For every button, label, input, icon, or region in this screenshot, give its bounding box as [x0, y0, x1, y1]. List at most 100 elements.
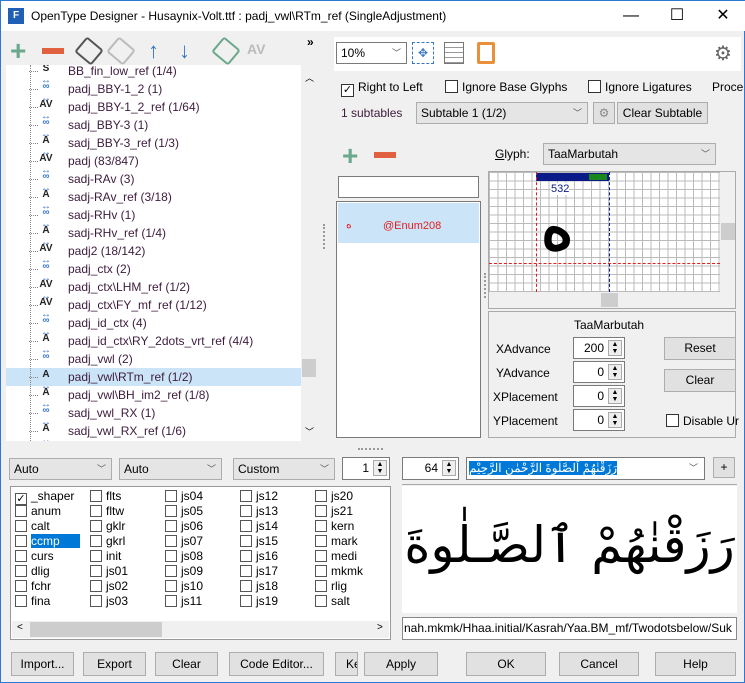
clear-subtable-button[interactable]: Clear Subtable	[617, 102, 708, 124]
tree-item[interactable]: ∞ ↔ padj_id_ctx (4)	[6, 314, 301, 338]
tree-item[interactable]: A ↔ sadj_BBY-3_ref (1/3)	[6, 134, 301, 158]
checkbox[interactable]	[165, 505, 177, 517]
checkbox[interactable]	[90, 490, 102, 502]
disable-checkbox[interactable]: Disable Ur	[666, 414, 739, 428]
right-to-left-checkbox[interactable]: ✓ Right to Left	[341, 80, 423, 97]
spin-arrows-icon[interactable]: ▲ ▼	[442, 460, 456, 476]
feature-hscroll[interactable]: < >	[12, 621, 389, 638]
checkbox[interactable]	[90, 505, 102, 517]
checkbox[interactable]	[240, 535, 252, 547]
tree-item[interactable]: ∞ ↔ sadj_vwl_RX (1)	[6, 404, 301, 428]
cancel-button[interactable]: Cancel	[559, 652, 639, 676]
spin-arrows-icon[interactable]: ▲ ▼	[608, 340, 622, 356]
feature-mkmk[interactable]: mkmk	[315, 564, 363, 579]
maximize-button[interactable]: ☐	[654, 1, 700, 31]
feature-fchr[interactable]: fchr	[15, 579, 51, 594]
scroll-down-icon[interactable]: ﹀	[305, 425, 314, 438]
feature-js02[interactable]: js02	[90, 579, 128, 594]
checkbox[interactable]	[240, 580, 252, 592]
checkbox[interactable]	[90, 580, 102, 592]
subtable-select[interactable]: Subtable 1 (1/2) ﹀	[416, 102, 588, 124]
spin-arrows-icon[interactable]: ▲ ▼	[608, 388, 622, 404]
feature-js11[interactable]: js11	[165, 594, 202, 609]
feature-shaper[interactable]: ✓ _shaper	[15, 489, 74, 505]
export-button[interactable]: Export	[83, 652, 146, 676]
gear-icon[interactable]: ⚙	[714, 41, 732, 66]
feature-js19[interactable]: js19	[240, 594, 278, 609]
checkbox[interactable]	[240, 595, 252, 607]
move-down-icon[interactable]: ↓	[179, 37, 190, 65]
feature-ccmp[interactable]: ccmp	[15, 534, 80, 549]
tree-item[interactable]: ∞ ↔ sadj-RAv (3)	[6, 170, 301, 194]
feature-rlig[interactable]: rlig	[315, 579, 347, 594]
checkbox[interactable]	[165, 520, 177, 532]
ignore-base-glyphs-checkbox[interactable]: Ignore Base Glyphs	[445, 80, 567, 94]
tree-item[interactable]: A ↔ sadj-RAv_ref (3/18)	[6, 188, 301, 212]
minimize-button[interactable]: —	[608, 1, 654, 31]
scroll-thumb[interactable]	[302, 359, 316, 377]
feature-js16[interactable]: js16	[240, 549, 278, 564]
tree-item[interactable]: ∞ ↔ padj_ctx (2)	[6, 260, 301, 284]
checkbox[interactable]	[15, 565, 27, 577]
checkbox[interactable]	[315, 520, 327, 532]
lookup-tree[interactable]: S ↔ BB_fin_low_ref (1/4) ∞ ↔ padj_BBY-1_2 (1)…	[6, 65, 317, 441]
checkbox[interactable]	[165, 535, 177, 547]
feature-js06[interactable]: js06	[165, 519, 203, 534]
feature-js10[interactable]: js10	[165, 579, 203, 594]
feature-js09[interactable]: js09	[165, 564, 203, 579]
tree-scrollbar[interactable]: ︿ ﹀	[301, 65, 317, 441]
table-icon[interactable]	[444, 42, 464, 64]
reset-button[interactable]: Reset	[664, 337, 736, 360]
checkbox[interactable]	[90, 595, 102, 607]
feature-fina[interactable]: fina	[15, 594, 50, 609]
preview-text-combo[interactable]: رَزَقْنٰهُمْ اَلصَّلٰوةَ الرَّحْمٰنِ الر…	[466, 457, 705, 480]
kern-button[interactable]: Ke	[335, 652, 358, 676]
remove-lookup-icon[interactable]	[42, 48, 64, 54]
yplacement-spinner[interactable]: 0 ▲ ▼	[573, 409, 625, 431]
coverage-search-input[interactable]	[338, 176, 479, 198]
splitter-handle[interactable]	[358, 448, 383, 450]
tree-item[interactable]: A ↔ padj_id_ctx\RY_2dots_vrt_ref (4/4)	[6, 332, 301, 356]
feature-js14[interactable]: js14	[240, 519, 278, 534]
tree-item[interactable]: ∞↔ padj_vwl (2)	[6, 350, 301, 374]
tree-item[interactable]: A ↔ sadj-RHv_ref (1/4)	[6, 224, 301, 248]
tree-item[interactable]: A ↔ sadj_vwl_RX_ref (1/6)	[6, 422, 301, 441]
ok-button[interactable]: OK	[466, 652, 546, 676]
glyph-grid[interactable]: 532 ه	[489, 172, 720, 292]
tree-item[interactable]: S ↔ BB_fin_low_ref (1/4)	[6, 65, 301, 86]
feature-js08[interactable]: js08	[165, 549, 203, 564]
checkbox[interactable]	[315, 565, 327, 577]
grid-hscroll[interactable]	[489, 292, 720, 308]
zoom-select[interactable]: 10% ﹀	[336, 42, 407, 64]
apply-button[interactable]: Apply	[364, 652, 438, 676]
checkbox[interactable]	[240, 520, 252, 532]
checkbox[interactable]	[90, 565, 102, 577]
feature-js15[interactable]: js15	[240, 534, 278, 549]
checkbox[interactable]	[240, 505, 252, 517]
feature-list[interactable]: < > ✓ _shaper anum calt ccmp curs dlig fchr fina…	[10, 486, 391, 640]
feature-kern[interactable]: kern	[315, 519, 354, 534]
feature-gkrl[interactable]: gkrl	[90, 534, 125, 549]
checkbox[interactable]	[15, 580, 27, 592]
yadvance-spinner[interactable]: 0 ▲ ▼	[573, 361, 625, 383]
scroll-thumb[interactable]	[30, 622, 162, 637]
checkbox[interactable]	[165, 580, 177, 592]
tree-item[interactable]: ∞ ↔ sadj-RHv (1)	[6, 206, 301, 230]
feature-fltw[interactable]: fltw	[90, 504, 124, 519]
feature-medi[interactable]: medi	[315, 549, 357, 564]
scroll-thumb[interactable]	[721, 223, 735, 240]
tree-item[interactable]: AV ↔ padj (83/847)	[6, 152, 301, 176]
feature-salt[interactable]: salt	[315, 594, 350, 609]
language-select[interactable]: Auto ﹀	[119, 458, 222, 480]
checkbox[interactable]	[15, 550, 27, 562]
edit-script-icon[interactable]	[477, 42, 495, 64]
spin-arrows-icon[interactable]: ▲ ▼	[608, 364, 622, 380]
preview-text-value[interactable]: رَزَقْنٰهُمْ اَلصَّلٰوةَ الرَّحْمٰنِ الر…	[469, 461, 618, 475]
feature-curs[interactable]: curs	[15, 549, 54, 564]
checkbox[interactable]	[165, 490, 177, 502]
checkbox[interactable]	[240, 490, 252, 502]
feature-js04[interactable]: js04	[165, 489, 203, 504]
ignore-ligatures-checkbox[interactable]: Ignore Ligatures	[588, 80, 692, 94]
feature-js21[interactable]: js21	[315, 504, 353, 519]
count-spinner[interactable]: 1 ▲ ▼	[342, 457, 390, 480]
